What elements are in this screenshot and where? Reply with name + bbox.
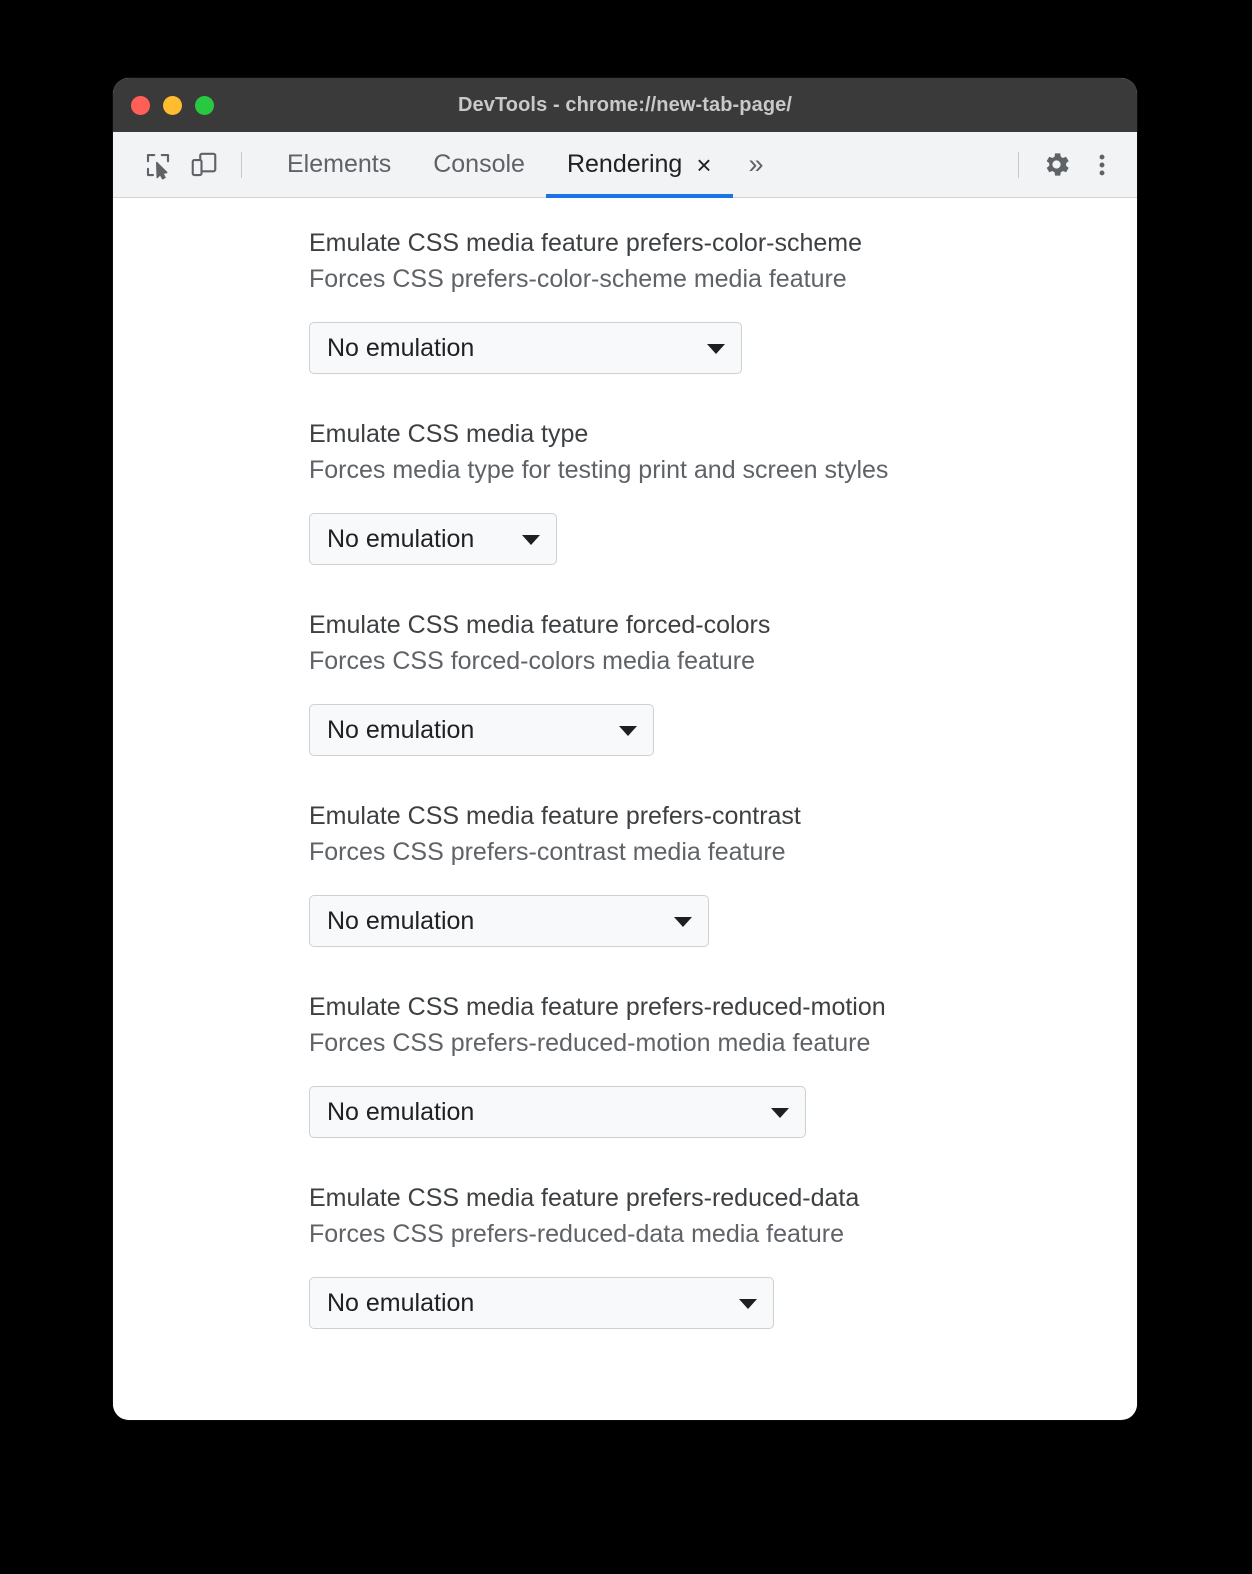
prefers-contrast-select[interactable]: No emulation	[309, 895, 709, 947]
prefers-color-scheme-select[interactable]: No emulation	[309, 322, 742, 374]
minimize-window-button[interactable]	[163, 95, 182, 115]
tab-label: Console	[433, 150, 525, 178]
select-value: No emulation	[327, 1097, 475, 1126]
setting-forced-colors: Emulate CSS media feature forced-colors …	[113, 608, 1137, 756]
chevron-down-icon	[707, 344, 725, 354]
setting-description: Forces CSS prefers-contrast media featur…	[309, 838, 786, 866]
close-icon[interactable]: ×	[696, 152, 711, 178]
select-value: No emulation	[327, 715, 475, 744]
toolbar-divider-right	[1018, 151, 1019, 178]
setting-description: Forces CSS prefers-color-scheme media fe…	[309, 265, 847, 293]
setting-description: Forces CSS prefers-reduced-motion media …	[309, 1029, 871, 1057]
tab-label: Elements	[287, 150, 392, 178]
select-container: No emulation	[309, 704, 1137, 756]
more-tabs-icon[interactable]: »	[733, 132, 780, 198]
setting-title: Emulate CSS media feature prefers-reduce…	[309, 1184, 860, 1212]
media-type-select[interactable]: No emulation	[309, 513, 557, 565]
select-value: No emulation	[327, 524, 475, 553]
device-toolbar-icon[interactable]	[181, 142, 227, 188]
setting-description: Forces media type for testing print and …	[309, 456, 889, 484]
tab-rendering[interactable]: Rendering ×	[545, 132, 733, 198]
select-container: No emulation	[309, 513, 1137, 565]
more-vertical-icon[interactable]	[1079, 142, 1125, 188]
select-container: No emulation	[309, 1086, 1137, 1138]
window-title: DevTools - chrome://new-tab-page/	[457, 93, 793, 116]
window-titlebar: DevTools - chrome://new-tab-page/	[113, 78, 1137, 132]
setting-title: Emulate CSS media feature prefers-contra…	[309, 802, 801, 830]
select-value: No emulation	[327, 1288, 475, 1317]
prefers-reduced-motion-select[interactable]: No emulation	[309, 1086, 806, 1138]
prefers-reduced-data-select[interactable]: No emulation	[309, 1277, 774, 1329]
gear-icon[interactable]	[1033, 142, 1079, 188]
chevron-down-icon	[771, 1108, 789, 1118]
select-container: No emulation	[309, 895, 1137, 947]
forced-colors-select[interactable]: No emulation	[309, 704, 654, 756]
chevron-down-icon	[619, 726, 637, 736]
chevron-down-icon	[522, 535, 540, 545]
rendering-panel-content: Emulate CSS media feature prefers-color-…	[113, 198, 1137, 1419]
setting-description: Forces CSS prefers-reduced-data media fe…	[309, 1220, 844, 1248]
toolbar-divider-left	[241, 151, 242, 178]
select-container: No emulation	[309, 322, 1137, 374]
setting-title: Emulate CSS media feature prefers-color-…	[309, 229, 863, 257]
close-window-button[interactable]	[131, 95, 150, 115]
setting-prefers-contrast: Emulate CSS media feature prefers-contra…	[113, 799, 1137, 947]
setting-media-type: Emulate CSS media type Forces media type…	[113, 417, 1137, 565]
setting-prefers-color-scheme: Emulate CSS media feature prefers-color-…	[113, 226, 1137, 374]
setting-prefers-reduced-motion: Emulate CSS media feature prefers-reduce…	[113, 990, 1137, 1138]
maximize-window-button[interactable]	[195, 95, 214, 115]
select-value: No emulation	[327, 333, 475, 362]
setting-prefers-reduced-data: Emulate CSS media feature prefers-reduce…	[113, 1181, 1137, 1329]
devtools-window: DevTools - chrome://new-tab-page/ Elemen…	[113, 78, 1137, 1420]
traffic-light-group	[131, 78, 214, 132]
tab-console[interactable]: Console	[412, 132, 546, 198]
select-container: No emulation	[309, 1277, 1137, 1329]
chevron-down-icon	[674, 917, 692, 927]
setting-description: Forces CSS forced-colors media feature	[309, 647, 756, 675]
tab-label: Rendering	[566, 150, 683, 178]
inspect-element-icon[interactable]	[135, 142, 181, 188]
panel-tabs: Elements Console Rendering × »	[266, 132, 780, 198]
setting-title: Emulate CSS media feature forced-colors	[309, 611, 771, 639]
chevron-down-icon	[739, 1299, 757, 1309]
setting-title: Emulate CSS media feature prefers-reduce…	[309, 993, 886, 1021]
setting-title: Emulate CSS media type	[309, 420, 589, 448]
tab-elements[interactable]: Elements	[266, 132, 412, 198]
devtools-toolbar: Elements Console Rendering × »	[113, 132, 1137, 198]
select-value: No emulation	[327, 906, 475, 935]
page-root: DevTools - chrome://new-tab-page/ Elemen…	[0, 0, 1252, 1574]
